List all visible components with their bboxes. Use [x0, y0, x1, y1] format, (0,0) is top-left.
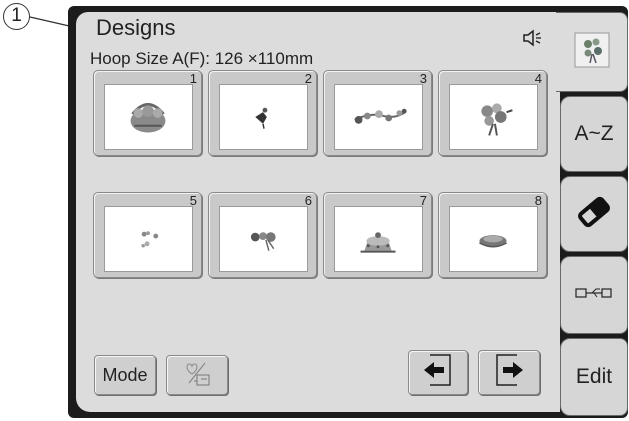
design-thumbnail-plate	[449, 206, 538, 272]
design-thumbnail-small-bird	[219, 84, 308, 150]
tab-usb[interactable]	[560, 256, 628, 334]
usb-icon	[574, 284, 614, 307]
design-thumbnail-flower-basket	[104, 84, 193, 150]
flower-icon	[574, 32, 610, 73]
hoop-size-label: Hoop Size A(F): 126 ×110mm	[90, 49, 314, 68]
tab-edit[interactable]: Edit	[560, 338, 628, 416]
design-tile-8[interactable]: 8	[438, 192, 547, 278]
design-tile-1[interactable]: 1	[93, 70, 202, 156]
previous-page-button[interactable]	[408, 350, 468, 395]
tab-fonts[interactable]: A~Z	[560, 96, 628, 172]
design-thumbnail-cake	[334, 206, 423, 272]
page-title: Designs	[96, 15, 176, 40]
design-thumbnail-flower-bouquet	[449, 84, 538, 150]
design-tile-2[interactable]: 2	[208, 70, 317, 156]
mode-button-label: Mode	[102, 364, 148, 385]
design-thumbnail-floral-spray	[334, 84, 423, 150]
eraser-icon	[574, 192, 614, 237]
design-tile-3[interactable]: 3	[323, 70, 432, 156]
next-page-button[interactable]	[478, 350, 540, 395]
tab-memory[interactable]	[560, 176, 628, 252]
heart-machine-button[interactable]	[166, 355, 228, 395]
tab-designs[interactable]	[556, 12, 628, 92]
arrow-left-icon	[420, 352, 456, 393]
callout-marker: 1	[3, 3, 30, 30]
arrow-right-icon	[491, 352, 527, 393]
tab-edit-label: Edit	[575, 365, 613, 388]
design-tile-6[interactable]: 6	[208, 192, 317, 278]
design-tile-4[interactable]: 4	[438, 70, 547, 156]
design-tile-7[interactable]: 7	[323, 192, 432, 278]
design-thumbnail-scattered-flowers	[104, 206, 193, 272]
heart-machine-icon	[177, 357, 217, 394]
mode-button[interactable]: Mode	[94, 355, 156, 395]
design-tile-5[interactable]: 5	[93, 192, 202, 278]
tab-fonts-label: A~Z	[574, 122, 614, 145]
speaker-icon[interactable]	[521, 27, 543, 49]
design-thumbnail-flower-ribbon	[219, 206, 308, 272]
